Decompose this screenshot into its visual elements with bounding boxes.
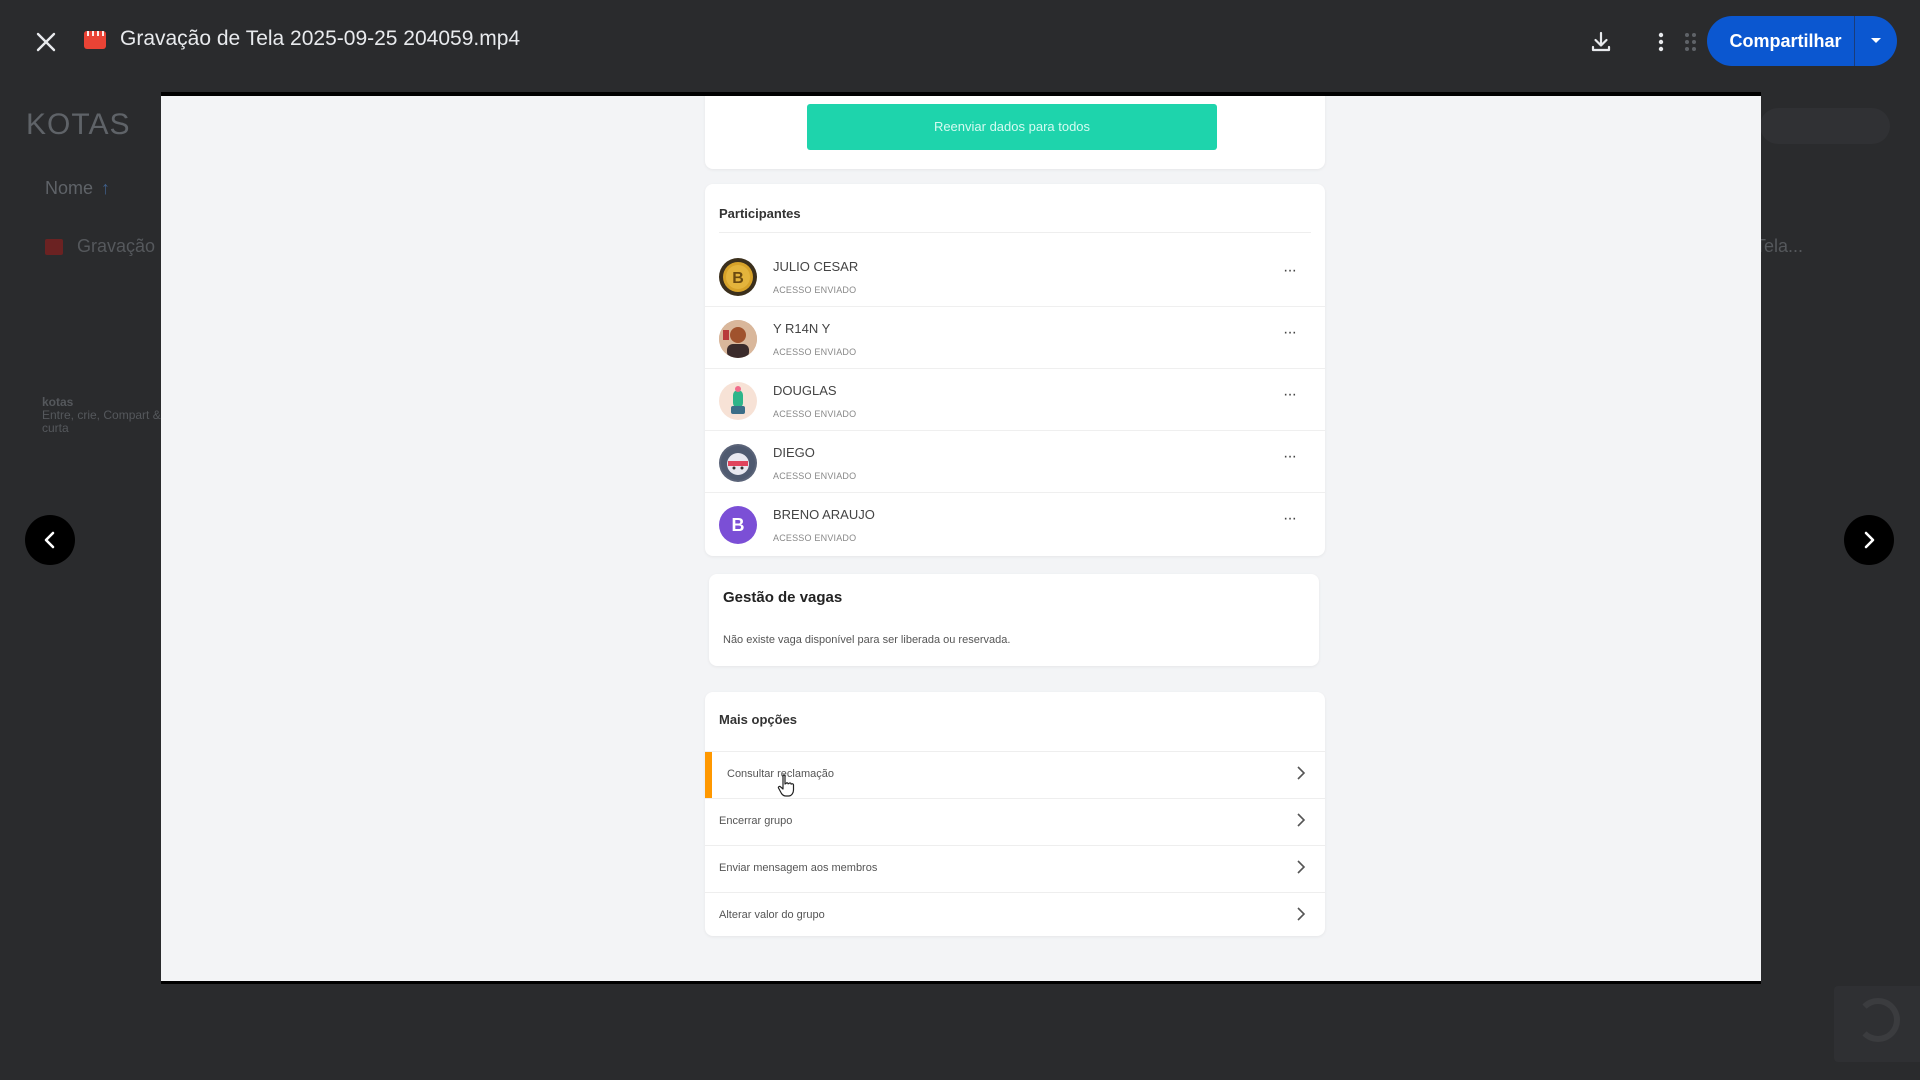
- participant-status: ACESSO ENVIADO: [773, 471, 857, 481]
- kotas-tagline: Entre, crie, Compart & curta: [42, 408, 161, 435]
- chevron-right-icon: [1296, 859, 1306, 880]
- chevron-right-icon: [1296, 812, 1306, 833]
- previous-file-button[interactable]: [25, 515, 75, 565]
- sort-label: Nome: [45, 178, 94, 198]
- vacancy-management-text: Não existe vaga disponível para ser libe…: [723, 634, 1011, 646]
- caret-down-icon: [1871, 38, 1881, 43]
- arrow-up-icon: ↑: [101, 178, 111, 198]
- resend-card: Reenviar dados para todos: [705, 96, 1325, 169]
- divider: [719, 232, 1311, 233]
- more-actions-button[interactable]: [1643, 24, 1679, 60]
- option-label: Enviar mensagem aos membros: [719, 862, 878, 874]
- share-options-button[interactable]: [1855, 16, 1897, 66]
- option-label: Alterar valor do grupo: [719, 909, 825, 921]
- background-file-name: Gravação: [77, 236, 156, 256]
- download-icon: [1591, 31, 1611, 52]
- next-file-button[interactable]: [1844, 515, 1894, 565]
- close-icon: [36, 32, 56, 52]
- video-frame: Reenviar dados para todos Participantes …: [161, 96, 1761, 981]
- video-player[interactable]: Reenviar dados para todos Participantes …: [161, 92, 1761, 984]
- participant-menu-button[interactable]: ···: [1283, 262, 1297, 280]
- character-avatar: [719, 444, 757, 482]
- download-button[interactable]: [1583, 24, 1619, 60]
- participant-row: Y R14N Y ACESSO ENVIADO ···: [705, 306, 1325, 369]
- participants-heading: Participantes: [719, 206, 801, 221]
- kotas-name: kotas: [42, 395, 74, 409]
- share-button[interactable]: Compartilhar: [1707, 31, 1854, 52]
- participant-row: B JULIO CESAR ACESSO ENVIADO ···: [705, 244, 1325, 307]
- file-title: Gravação de Tela 2025-09-25 204059.mp4: [120, 27, 521, 50]
- participant-name: BRENO ARAUJO: [773, 507, 875, 522]
- participant-menu-button[interactable]: ···: [1283, 448, 1297, 466]
- bitcoin-avatar: B: [719, 258, 757, 296]
- video-file-icon: [45, 239, 63, 256]
- sort-control: Nome ↑: [45, 178, 110, 199]
- vacancy-management-title: Gestão de vagas: [723, 589, 843, 606]
- chevron-left-icon: [44, 531, 55, 549]
- close-button[interactable]: [26, 22, 66, 62]
- participant-name: Y R14N Y: [773, 321, 831, 336]
- viewer-toolbar: Gravação de Tela 2025-09-25 204059.mp4 C…: [0, 0, 1920, 78]
- folder-title: KOTAS: [26, 108, 131, 141]
- photo-avatar: [719, 320, 757, 358]
- background-file-name-right: Tela...: [1755, 236, 1804, 256]
- letter-avatar: B: [719, 506, 757, 544]
- character-icon: [721, 446, 755, 480]
- participant-status: ACESSO ENVIADO: [773, 409, 857, 419]
- recaptcha-icon: [1856, 998, 1900, 1042]
- participant-name: JULIO CESAR: [773, 259, 859, 274]
- apps-grid-icon: [1685, 33, 1696, 51]
- option-enviar-mensagem[interactable]: Enviar mensagem aos membros: [705, 845, 1325, 892]
- participant-row: DIEGO ACESSO ENVIADO ···: [705, 430, 1325, 493]
- video-file-icon: [84, 31, 106, 49]
- vacancy-management-card: Gestão de vagas Não existe vaga disponív…: [709, 574, 1319, 666]
- person-photo-icon: [719, 320, 757, 358]
- option-label: Encerrar grupo: [719, 815, 793, 827]
- participant-status: ACESSO ENVIADO: [773, 533, 857, 543]
- participant-menu-button[interactable]: ···: [1283, 510, 1297, 528]
- more-vert-icon: [1658, 32, 1664, 52]
- more-options-heading: Mais opções: [719, 712, 798, 727]
- participant-status: ACESSO ENVIADO: [773, 347, 857, 357]
- option-alterar-valor[interactable]: Alterar valor do grupo: [705, 892, 1325, 939]
- more-options-card: Mais opções Consultar reclamação Encerra…: [705, 692, 1325, 936]
- cactus-icon: [731, 386, 745, 414]
- background-file-item: Gravação: [45, 236, 155, 257]
- apps-button[interactable]: [1681, 24, 1701, 60]
- option-encerrar-grupo[interactable]: Encerrar grupo: [705, 798, 1325, 845]
- hand-cursor-icon: [777, 774, 795, 803]
- cactus-avatar: [719, 382, 757, 420]
- chevron-right-icon: [1864, 531, 1875, 549]
- svg-text:B: B: [732, 270, 744, 287]
- participants-card: Participantes B JULIO CESAR ACESSO ENVIA…: [705, 184, 1325, 556]
- participant-menu-button[interactable]: ···: [1283, 386, 1297, 404]
- participant-name: DOUGLAS: [773, 383, 837, 398]
- option-consultar-reclamacao[interactable]: Consultar reclamação: [705, 751, 1325, 798]
- kotas-folder: kotas Entre, crie, Compart & curta: [42, 396, 162, 435]
- participant-name: DIEGO: [773, 445, 815, 460]
- share-button-group: Compartilhar: [1707, 16, 1897, 66]
- resend-data-button[interactable]: Reenviar dados para todos: [807, 104, 1217, 150]
- participant-row: B BRENO ARAUJO ACESSO ENVIADO ···: [705, 492, 1325, 554]
- participant-menu-button[interactable]: ···: [1283, 324, 1297, 342]
- chevron-right-icon: [1296, 906, 1306, 927]
- chevron-right-icon: [1296, 765, 1306, 786]
- participant-status: ACESSO ENVIADO: [773, 285, 857, 295]
- recaptcha-badge: [1834, 986, 1920, 1062]
- bitcoin-icon: B: [723, 262, 753, 292]
- active-indicator: [705, 752, 712, 798]
- view-toggle: [1760, 108, 1890, 144]
- participant-row: DOUGLAS ACESSO ENVIADO ···: [705, 368, 1325, 431]
